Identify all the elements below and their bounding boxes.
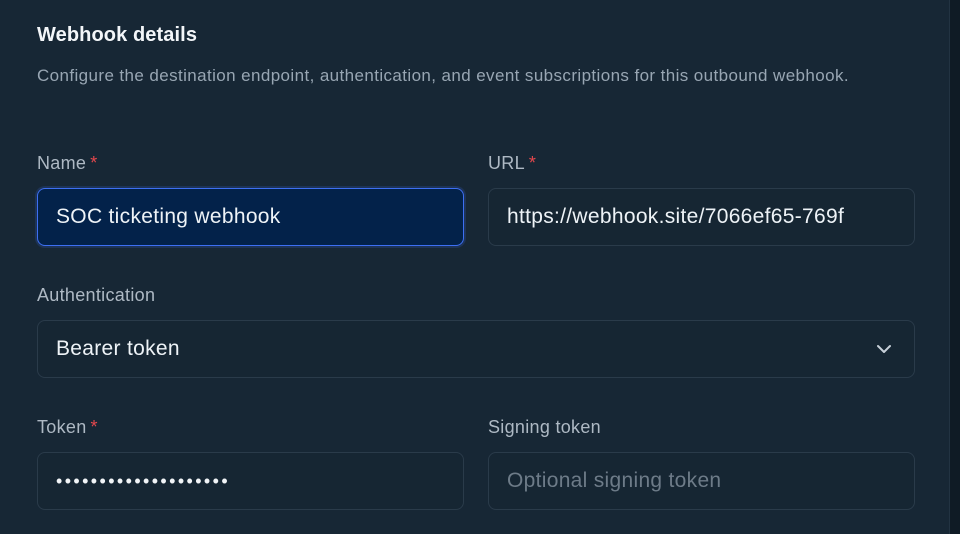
- name-label-text: Name: [37, 153, 87, 173]
- authentication-selected-value: Bearer token: [56, 337, 180, 360]
- name-input[interactable]: SOC ticketing webhook: [37, 188, 464, 246]
- url-label: URL *: [488, 153, 536, 174]
- chevron-down-icon: [874, 339, 894, 359]
- signing-token-placeholder: Optional signing token: [507, 469, 722, 492]
- signing-token-label: Signing token: [488, 417, 601, 438]
- url-required-mark: *: [528, 153, 537, 173]
- authentication-select[interactable]: Bearer token: [37, 320, 915, 378]
- signing-token-label-text: Signing token: [488, 417, 601, 437]
- token-required-mark: *: [90, 417, 98, 437]
- name-input-value: SOC ticketing webhook: [56, 205, 281, 228]
- token-label: Token *: [37, 417, 98, 438]
- section-title: Webhook details: [37, 24, 198, 46]
- scrollbar[interactable]: [949, 0, 960, 534]
- url-label-text: URL: [488, 153, 525, 173]
- section-description: Configure the destination endpoint, auth…: [37, 66, 849, 85]
- name-label: Name *: [37, 153, 98, 174]
- authentication-label-text: Authentication: [37, 285, 156, 305]
- authentication-label: Authentication: [37, 285, 155, 306]
- token-input[interactable]: ••••••••••••••••••••: [37, 452, 464, 510]
- url-input[interactable]: https://webhook.site/7066ef65-769f: [488, 188, 915, 246]
- token-label-text: Token: [37, 417, 87, 437]
- webhook-details-panel: Webhook details Configure the destinatio…: [0, 0, 950, 534]
- name-required-mark: *: [90, 153, 98, 173]
- token-masked-value: ••••••••••••••••••••: [56, 470, 231, 491]
- signing-token-input[interactable]: Optional signing token: [488, 452, 915, 510]
- url-input-value: https://webhook.site/7066ef65-769f: [507, 205, 845, 228]
